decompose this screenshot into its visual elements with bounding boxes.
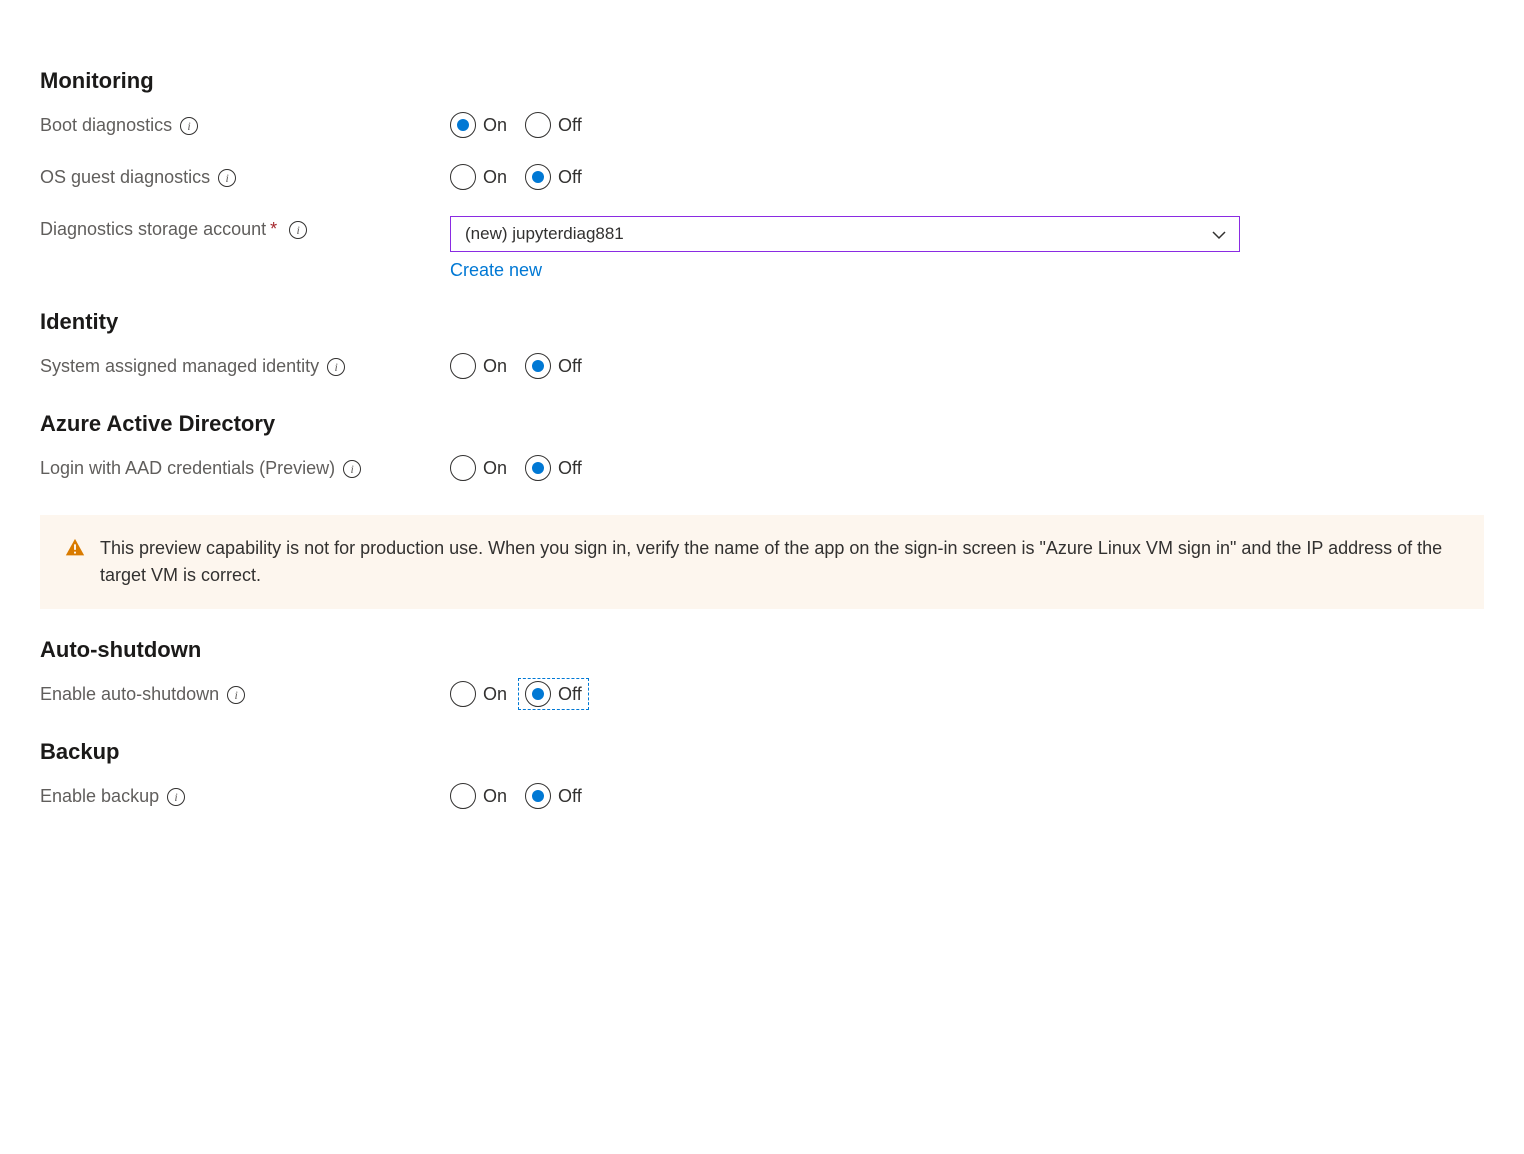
radio-circle-icon: [525, 112, 551, 138]
label-text: Enable auto-shutdown: [40, 684, 219, 705]
row-auto-shutdown: Enable auto-shutdown On Off: [40, 681, 1484, 711]
radio-auto-shutdown-off[interactable]: Off: [525, 681, 582, 707]
radio-circle-icon: [450, 112, 476, 138]
dropdown-value: (new) jupyterdiag881: [465, 224, 624, 244]
info-icon[interactable]: [327, 358, 345, 376]
radio-boot-diagnostics-off[interactable]: Off: [525, 112, 582, 138]
warning-icon: [64, 537, 86, 559]
radio-circle-icon: [450, 455, 476, 481]
label-boot-diagnostics: Boot diagnostics: [40, 112, 450, 136]
info-icon[interactable]: [167, 788, 185, 806]
radio-label: On: [483, 167, 507, 188]
radio-circle-icon: [525, 353, 551, 379]
info-icon[interactable]: [180, 117, 198, 135]
info-icon[interactable]: [289, 221, 307, 239]
section-heading-backup: Backup: [40, 739, 1484, 765]
radio-circle-icon: [525, 681, 551, 707]
row-boot-diagnostics: Boot diagnostics On Off: [40, 112, 1484, 142]
label-text: Login with AAD credentials (Preview): [40, 458, 335, 479]
radio-label: On: [483, 684, 507, 705]
section-heading-autoshutdown: Auto-shutdown: [40, 637, 1484, 663]
radio-circle-icon: [450, 783, 476, 809]
radio-backup-on[interactable]: On: [450, 783, 507, 809]
radio-group-auto-shutdown: On Off: [450, 681, 1484, 707]
label-managed-identity: System assigned managed identity: [40, 353, 450, 377]
radio-label: On: [483, 356, 507, 377]
radio-group-boot-diagnostics: On Off: [450, 112, 1484, 138]
row-aad-login: Login with AAD credentials (Preview) On …: [40, 455, 1484, 485]
radio-circle-icon: [525, 455, 551, 481]
label-text: OS guest diagnostics: [40, 167, 210, 188]
radio-label: Off: [558, 167, 582, 188]
radio-label: Off: [558, 115, 582, 136]
warning-text: This preview capability is not for produ…: [100, 535, 1460, 589]
radio-aad-login-on[interactable]: On: [450, 455, 507, 481]
dropdown-storage-account[interactable]: (new) jupyterdiag881: [450, 216, 1240, 252]
radio-os-guest-diagnostics-on[interactable]: On: [450, 164, 507, 190]
radio-label: Off: [558, 684, 582, 705]
label-backup: Enable backup: [40, 783, 450, 807]
section-heading-identity: Identity: [40, 309, 1484, 335]
radio-group-managed-identity: On Off: [450, 353, 1484, 379]
radio-group-aad-login: On Off: [450, 455, 1484, 481]
row-storage-account: Diagnostics storage account * (new) jupy…: [40, 216, 1484, 281]
radio-label: On: [483, 115, 507, 136]
section-heading-monitoring: Monitoring: [40, 68, 1484, 94]
radio-backup-off[interactable]: Off: [525, 783, 582, 809]
radio-os-guest-diagnostics-off[interactable]: Off: [525, 164, 582, 190]
label-text: Diagnostics storage account: [40, 219, 266, 240]
label-os-guest-diagnostics: OS guest diagnostics: [40, 164, 450, 188]
radio-auto-shutdown-on[interactable]: On: [450, 681, 507, 707]
radio-circle-icon: [450, 681, 476, 707]
required-asterisk: *: [270, 219, 277, 240]
radio-aad-login-off[interactable]: Off: [525, 455, 582, 481]
label-text: Boot diagnostics: [40, 115, 172, 136]
radio-boot-diagnostics-on[interactable]: On: [450, 112, 507, 138]
radio-circle-icon: [525, 783, 551, 809]
label-text: Enable backup: [40, 786, 159, 807]
label-auto-shutdown: Enable auto-shutdown: [40, 681, 450, 705]
label-storage-account: Diagnostics storage account *: [40, 216, 450, 240]
radio-group-os-guest-diagnostics: On Off: [450, 164, 1484, 190]
section-heading-aad: Azure Active Directory: [40, 411, 1484, 437]
create-new-link[interactable]: Create new: [450, 260, 542, 281]
info-icon[interactable]: [227, 686, 245, 704]
radio-label: Off: [558, 356, 582, 377]
radio-label: On: [483, 786, 507, 807]
row-os-guest-diagnostics: OS guest diagnostics On Off: [40, 164, 1484, 194]
label-text: System assigned managed identity: [40, 356, 319, 377]
label-aad-login: Login with AAD credentials (Preview): [40, 455, 450, 479]
focused-indicator: Off: [518, 678, 589, 710]
info-icon[interactable]: [218, 169, 236, 187]
radio-circle-icon: [450, 353, 476, 379]
radio-label: On: [483, 458, 507, 479]
radio-label: Off: [558, 786, 582, 807]
radio-label: Off: [558, 458, 582, 479]
radio-managed-identity-off[interactable]: Off: [525, 353, 582, 379]
radio-circle-icon: [525, 164, 551, 190]
row-managed-identity: System assigned managed identity On Off: [40, 353, 1484, 383]
row-backup: Enable backup On Off: [40, 783, 1484, 813]
warning-box-aad: This preview capability is not for produ…: [40, 515, 1484, 609]
chevron-down-icon: [1211, 227, 1225, 241]
radio-managed-identity-on[interactable]: On: [450, 353, 507, 379]
info-icon[interactable]: [343, 460, 361, 478]
radio-group-backup: On Off: [450, 783, 1484, 809]
radio-circle-icon: [450, 164, 476, 190]
